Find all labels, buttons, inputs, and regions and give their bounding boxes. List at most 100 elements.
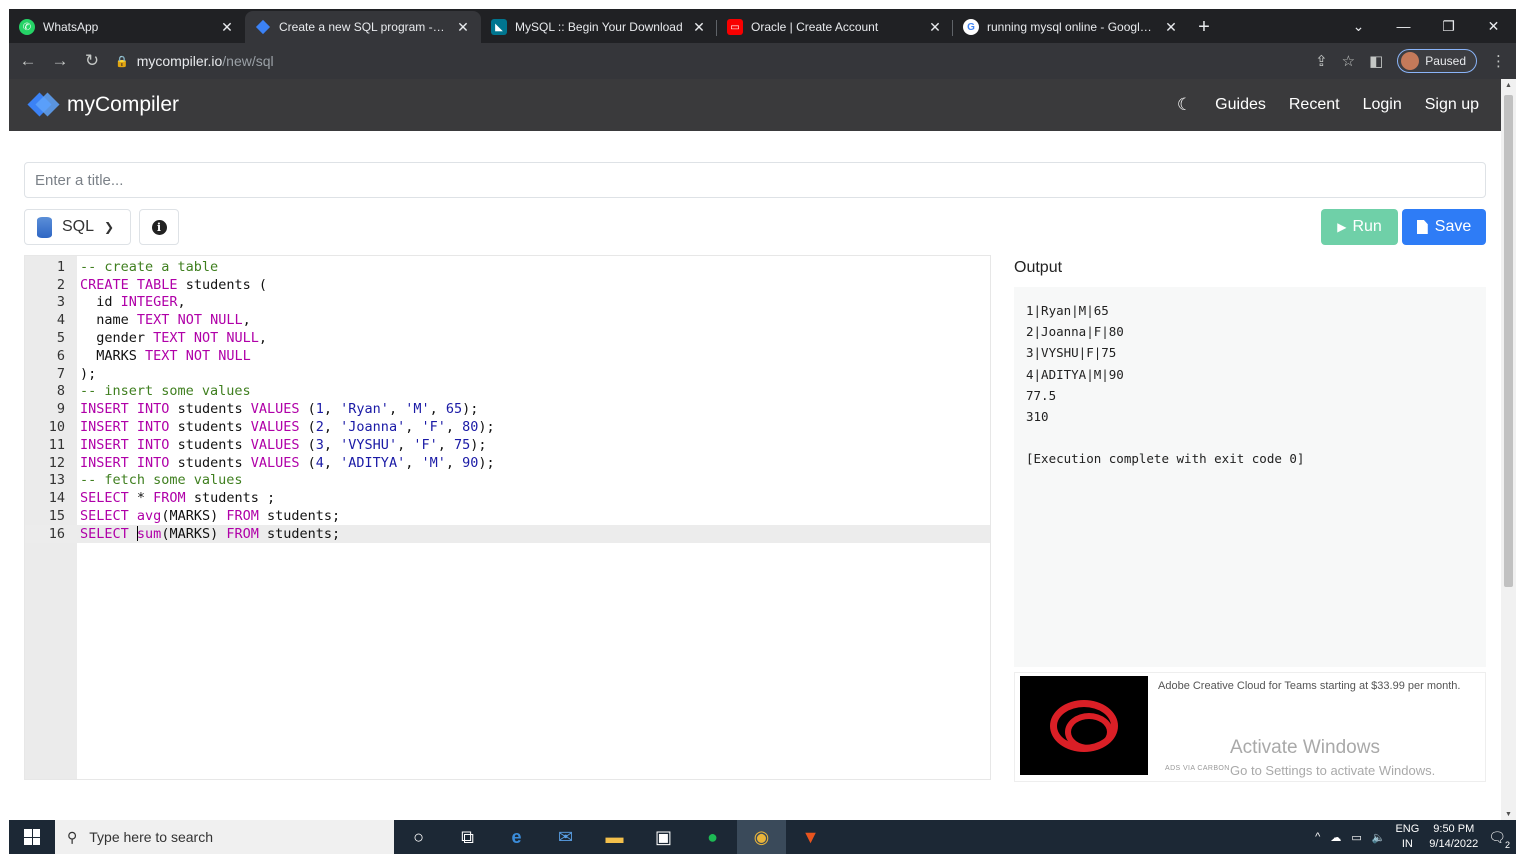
watermark-title: Activate Windows: [1230, 737, 1380, 758]
code-line[interactable]: 14 SELECT * FROM students ;: [25, 489, 990, 507]
taskbar-search-placeholder: Type here to search: [89, 829, 214, 845]
show-hidden-icons-icon[interactable]: ^: [1315, 831, 1320, 843]
brand-name: myCompiler: [67, 93, 180, 116]
forward-icon[interactable]: →: [51, 51, 69, 71]
url-field[interactable]: 🔒 mycompiler.io/new/sql: [115, 47, 1301, 75]
close-tab-icon[interactable]: ✕: [691, 19, 707, 36]
program-title-input[interactable]: [24, 162, 1486, 198]
close-tab-icon[interactable]: ✕: [927, 19, 943, 36]
code-line[interactable]: 3 id INTEGER,: [25, 294, 990, 312]
code-line[interactable]: 6 MARKS TEXT NOT NULL: [25, 347, 990, 365]
minimize-icon[interactable]: —: [1381, 18, 1426, 34]
mail-icon[interactable]: ✉: [541, 820, 590, 854]
tab-mysql[interactable]: ◣ MySQL :: Begin Your Download ✕: [481, 11, 717, 43]
code-text: SELECT * FROM students ;: [80, 490, 276, 507]
scroll-down-arrow-icon[interactable]: ▼: [1501, 811, 1516, 818]
onedrive-cloud-icon[interactable]: ☁: [1330, 831, 1341, 844]
notifications-icon[interactable]: 🗨 2: [1488, 829, 1510, 850]
reload-icon[interactable]: ↻: [83, 51, 101, 71]
activate-windows-watermark: Activate Windows Go to Settings to activ…: [1230, 737, 1435, 778]
code-lines: 1 -- create a table 2 CREATE TABLE students…: [25, 258, 990, 543]
watermark-subtitle: Go to Settings to activate Windows.: [1230, 763, 1436, 778]
close-window-icon[interactable]: ✕: [1471, 18, 1516, 35]
back-icon[interactable]: ←: [19, 51, 37, 71]
spotify-icon[interactable]: ●: [688, 820, 737, 854]
scroll-up-arrow-icon[interactable]: ▲: [1501, 82, 1516, 89]
code-line[interactable]: 2 CREATE TABLE students (: [25, 276, 990, 294]
line-number: 10: [48, 419, 65, 436]
code-line[interactable]: 8 -- insert some values: [25, 383, 990, 401]
mycompiler-favicon-icon: [255, 19, 271, 35]
taskbar-apps: ○ ⧉ e ✉ ▬ ▣ ● ◉ ▼: [394, 820, 835, 854]
code-line[interactable]: 12 INSERT INTO students VALUES (4, 'ADITY…: [25, 454, 990, 472]
code-line[interactable]: 11 INSERT INTO students VALUES (3, 'VYSHU…: [25, 436, 990, 454]
app-icon[interactable]: ▼: [786, 820, 835, 854]
bookmark-star-icon[interactable]: ☆: [1342, 52, 1355, 70]
scrollbar-thumb[interactable]: [1504, 95, 1513, 587]
code-line[interactable]: 4 name TEXT NOT NULL,: [25, 311, 990, 329]
volume-icon[interactable]: 🔈: [1372, 831, 1386, 844]
info-icon: i: [151, 219, 167, 235]
taskbar-search[interactable]: ⚲ Type here to search: [55, 820, 394, 854]
tab-mycompiler[interactable]: Create a new SQL program - myCompiler ✕: [245, 11, 481, 43]
nav-recent-link[interactable]: Recent: [1289, 96, 1340, 114]
maximize-icon[interactable]: ❐: [1426, 18, 1471, 35]
network-icon[interactable]: ▭: [1351, 831, 1361, 844]
code-line[interactable]: 9 INSERT INTO students VALUES (1, 'Ryan',…: [25, 400, 990, 418]
file-explorer-icon[interactable]: ▬: [590, 820, 639, 854]
close-tab-icon[interactable]: ✕: [455, 19, 471, 36]
side-panel-icon[interactable]: ◧: [1369, 52, 1383, 70]
tab-whatsapp[interactable]: ✆ WhatsApp ✕: [9, 11, 245, 43]
line-number: 3: [56, 294, 65, 311]
clock[interactable]: 9:50 PM 9/14/2022: [1429, 822, 1478, 852]
code-line[interactable]: 16 SELECT sum(MARKS) FROM students;: [25, 524, 990, 543]
code-line[interactable]: 5 gender TEXT NOT NULL,: [25, 329, 990, 347]
logo-icon: [27, 92, 60, 117]
ad-text[interactable]: Adobe Creative Cloud for Teams starting …: [1158, 679, 1484, 694]
close-tab-icon[interactable]: ✕: [219, 19, 235, 36]
task-view-icon[interactable]: ⧉: [443, 820, 492, 854]
output-line: 310: [1026, 408, 1049, 424]
tab-search-icon[interactable]: ⌄: [1336, 18, 1381, 35]
share-icon[interactable]: ⇪: [1315, 52, 1328, 70]
profile-button[interactable]: Paused: [1397, 49, 1477, 73]
text-cursor: [136, 526, 138, 542]
nav-signup-link[interactable]: Sign up: [1425, 96, 1479, 114]
profile-status: Paused: [1425, 54, 1466, 68]
code-line[interactable]: 1 -- create a table: [25, 258, 990, 276]
page-scrollbar[interactable]: ▲ ▼: [1501, 79, 1516, 821]
brand-logo[interactable]: myCompiler: [27, 92, 180, 117]
language-select[interactable]: SQL ❯: [24, 209, 131, 245]
chrome-icon[interactable]: ◉: [737, 820, 786, 854]
code-line[interactable]: 7);: [25, 365, 990, 383]
code-line[interactable]: 13 -- fetch some values: [25, 472, 990, 490]
tab-title: Create a new SQL program - myCompiler: [279, 20, 447, 34]
output-line: 1|Ryan|M|65: [1026, 303, 1109, 318]
nav-guides-link[interactable]: Guides: [1215, 96, 1266, 114]
adobe-creative-cloud-logo[interactable]: [1020, 676, 1148, 775]
dark-mode-moon-icon[interactable]: ☾: [1177, 95, 1192, 115]
new-tab-button[interactable]: +: [1189, 11, 1219, 43]
menu-kebab-icon[interactable]: ⋮: [1491, 52, 1506, 70]
run-button[interactable]: ▶ Run: [1321, 209, 1398, 245]
tab-google[interactable]: G running mysql online - Google Search ✕: [953, 11, 1189, 43]
store-icon[interactable]: ▣: [639, 820, 688, 854]
code-line[interactable]: 15 SELECT avg(MARKS) FROM students;: [25, 507, 990, 525]
code-text: -- create a table: [80, 258, 219, 275]
cortana-icon[interactable]: ○: [394, 820, 443, 854]
start-button[interactable]: [9, 820, 55, 854]
close-tab-icon[interactable]: ✕: [1163, 19, 1179, 36]
edge-icon[interactable]: e: [492, 820, 541, 854]
info-button[interactable]: i: [139, 209, 179, 245]
clock-time: 9:50 PM: [1433, 823, 1475, 835]
windows-taskbar: ⚲ Type here to search ○ ⧉ e ✉ ▬ ▣ ● ◉ ▼ …: [9, 820, 1516, 854]
nav-login-link[interactable]: Login: [1363, 96, 1402, 114]
ad-via-label[interactable]: ADS VIA CARBON: [1165, 765, 1230, 772]
save-button[interactable]: Save: [1402, 209, 1486, 245]
code-editor[interactable]: 1 -- create a table 2 CREATE TABLE students…: [24, 255, 991, 780]
code-line[interactable]: 10 INSERT INTO students VALUES (2, 'Joann…: [25, 418, 990, 436]
code-text: -- fetch some values: [80, 472, 243, 489]
url-domain: mycompiler.io: [136, 53, 223, 69]
tab-oracle[interactable]: ▭ Oracle | Create Account ✕: [717, 11, 953, 43]
input-language[interactable]: ENG IN: [1395, 822, 1419, 852]
